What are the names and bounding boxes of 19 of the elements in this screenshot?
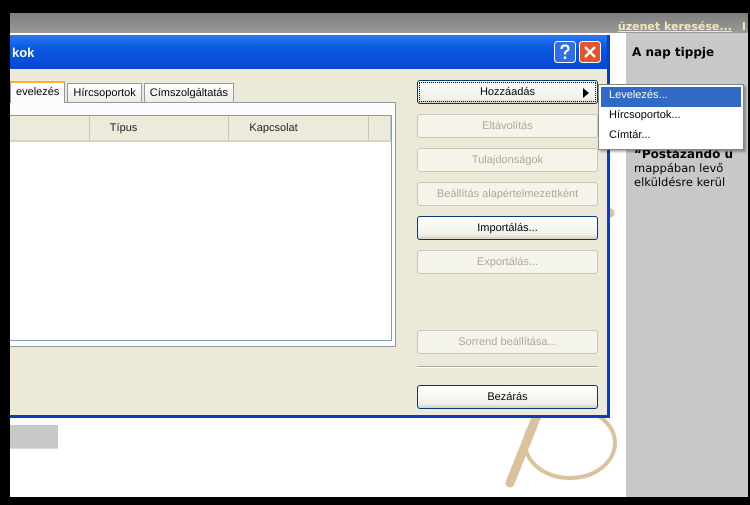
column-header[interactable]: Típus — [90, 116, 230, 140]
page-block — [10, 425, 58, 449]
action-button[interactable]: Importálás... — [417, 216, 598, 240]
close-button[interactable]: Bezárás — [417, 385, 598, 409]
window-title: kok — [11, 44, 34, 60]
tab[interactable]: evelezés — [10, 81, 66, 103]
close-icon[interactable] — [579, 41, 601, 63]
menu-item[interactable]: Címtár... — [601, 127, 741, 147]
tab[interactable]: Hírcsoportok — [67, 83, 142, 102]
menu-button[interactable]: Hozzáadás — [417, 80, 598, 104]
tab[interactable]: Címszolgáltatás — [144, 83, 234, 102]
menu-item[interactable]: Hírcsoportok... — [601, 107, 741, 127]
tip-title: A nap tippje — [631, 44, 716, 59]
help-icon[interactable] — [554, 41, 576, 63]
column-header[interactable]: Kapcsolat — [229, 116, 369, 140]
menu-item[interactable]: Levelezés... — [601, 87, 741, 107]
tip-text: mappában levő — [634, 161, 724, 175]
tip-text: elküldésre kerül — [634, 175, 726, 189]
cut-text: I — [742, 20, 746, 33]
